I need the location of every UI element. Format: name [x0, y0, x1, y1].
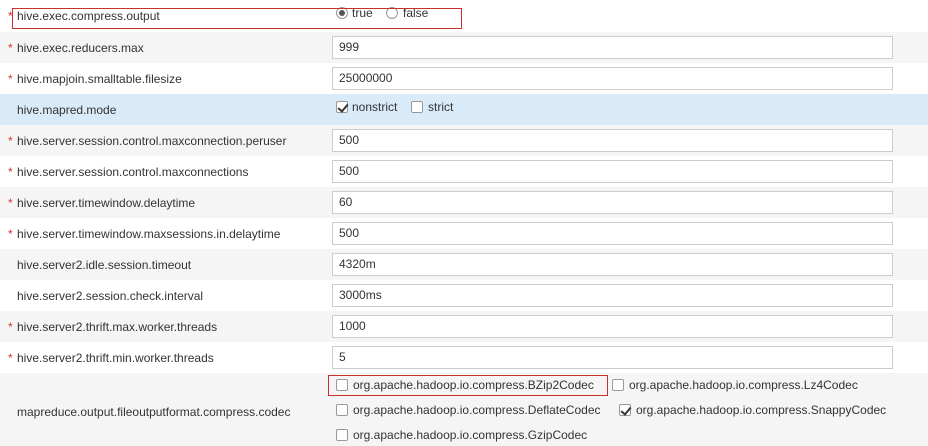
config-label: hive.server2.thrift.max.worker.threads	[17, 320, 218, 334]
checkbox-gzipcodec[interactable]	[336, 429, 348, 441]
config-label: hive.server2.thrift.min.worker.threads	[17, 351, 214, 365]
config-value-input[interactable]: 3000ms	[332, 284, 893, 307]
config-label: hive.server.timewindow.maxsessions.in.de…	[17, 227, 281, 241]
required-star: *	[8, 134, 13, 148]
annotation-box-bzip2codec	[328, 375, 608, 396]
checkbox-lz4codec[interactable]	[612, 379, 624, 391]
config-label: hive.mapred.mode	[17, 103, 117, 117]
config-row-timewindow-maxsessions: * hive.server.timewindow.maxsessions.in.…	[0, 218, 928, 249]
config-value-input[interactable]: 25000000	[332, 67, 893, 90]
config-value-input[interactable]: 60	[332, 191, 893, 214]
config-value-input[interactable]: 500	[332, 222, 893, 245]
config-row-maxconnections: * hive.server.session.control.maxconnect…	[0, 156, 928, 187]
checkbox-deflatecodec-label: org.apache.hadoop.io.compress.DeflateCod…	[353, 403, 601, 417]
config-row-mapjoin-smalltable-filesize: * hive.mapjoin.smalltable.filesize 25000…	[0, 63, 928, 94]
config-row-thrift-min-worker-threads: * hive.server2.thrift.min.worker.threads…	[0, 342, 928, 373]
config-label: hive.server2.session.check.interval	[17, 289, 204, 303]
checkbox-strict[interactable]	[411, 101, 423, 113]
config-label: mapreduce.output.fileoutputformat.compre…	[17, 405, 291, 419]
config-label: hive.mapjoin.smalltable.filesize	[17, 72, 182, 86]
required-star: *	[8, 165, 13, 179]
config-value-input[interactable]: 5	[332, 346, 893, 369]
config-value-input[interactable]: 999	[332, 36, 893, 59]
checkbox-deflatecodec[interactable]	[336, 404, 348, 416]
required-star: *	[8, 320, 13, 334]
checkbox-nonstrict[interactable]	[336, 101, 348, 113]
config-label: hive.exec.reducers.max	[17, 41, 144, 55]
checkbox-gzipcodec-label: org.apache.hadoop.io.compress.GzipCodec	[353, 428, 588, 442]
config-row-idle-session-timeout: hive.server2.idle.session.timeout 4320m	[0, 249, 928, 280]
checkbox-lz4codec-label: org.apache.hadoop.io.compress.Lz4Codec	[629, 378, 858, 392]
checkbox-strict-label: strict	[428, 100, 454, 114]
config-row-timewindow-delaytime: * hive.server.timewindow.delaytime 60	[0, 187, 928, 218]
config-row-mapred-mode: hive.mapred.mode nonstrict strict	[0, 94, 928, 125]
config-value-input[interactable]: 500	[332, 129, 893, 152]
config-label: hive.server.timewindow.delaytime	[17, 196, 196, 210]
config-value-input[interactable]: 500	[332, 160, 893, 183]
required-star: *	[8, 72, 13, 86]
config-label: hive.server.session.control.maxconnectio…	[17, 165, 249, 179]
config-label: hive.server.session.control.maxconnectio…	[17, 134, 287, 148]
config-row-exec-reducers-max: * hive.exec.reducers.max 999	[0, 32, 928, 63]
config-row-maxconnection-peruser: * hive.server.session.control.maxconnect…	[0, 125, 928, 156]
checkbox-snappycodec[interactable]	[619, 404, 631, 416]
required-star: *	[8, 196, 13, 210]
config-value-input[interactable]: 1000	[332, 315, 893, 338]
annotation-box-compress-output	[12, 8, 462, 29]
config-label: hive.server2.idle.session.timeout	[17, 258, 192, 272]
required-star: *	[8, 351, 13, 365]
required-star: *	[8, 227, 13, 241]
required-star: *	[8, 41, 13, 55]
checkbox-snappycodec-label: org.apache.hadoop.io.compress.SnappyCode…	[636, 403, 887, 417]
config-row-session-check-interval: hive.server2.session.check.interval 3000…	[0, 280, 928, 311]
config-value-input[interactable]: 4320m	[332, 253, 893, 276]
checkbox-nonstrict-label: nonstrict	[352, 100, 398, 114]
config-row-thrift-max-worker-threads: * hive.server2.thrift.max.worker.threads…	[0, 311, 928, 342]
